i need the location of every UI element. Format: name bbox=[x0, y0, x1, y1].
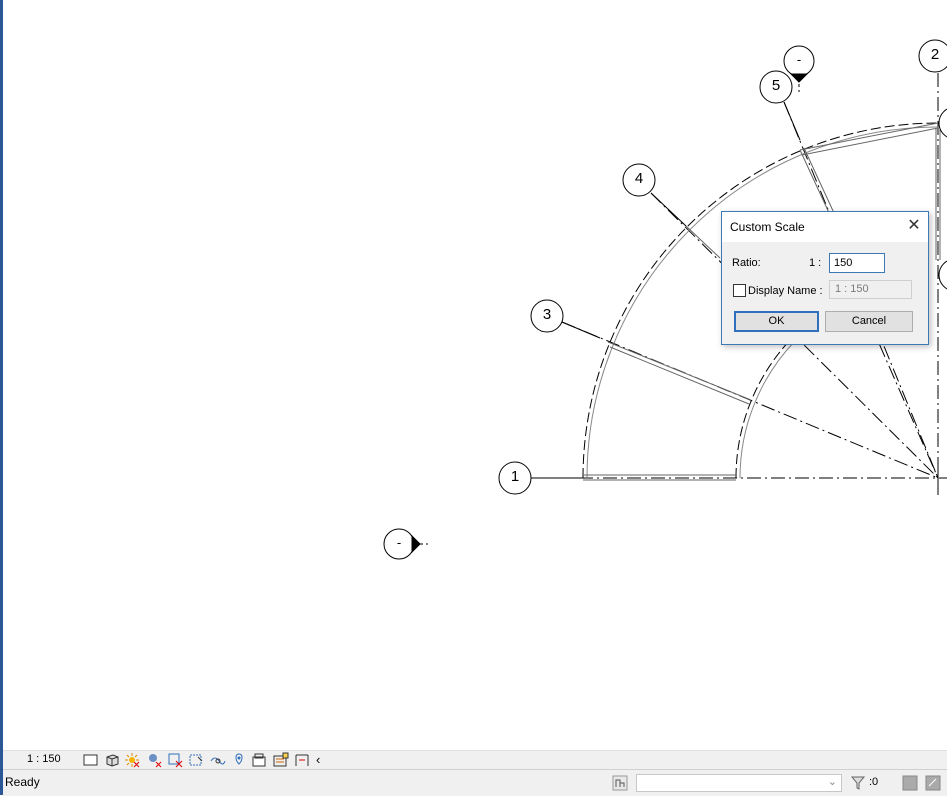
detail-level-icon[interactable] bbox=[83, 752, 99, 768]
grid-label-5: 5 bbox=[771, 77, 781, 94]
chevron-down-icon: ⌄ bbox=[827, 776, 837, 788]
select-links-icon[interactable] bbox=[925, 775, 941, 791]
worksets-icon[interactable] bbox=[612, 775, 628, 791]
selection-filter-count: :0 bbox=[869, 776, 879, 788]
display-name-label: Display Name : bbox=[748, 285, 823, 297]
custom-scale-dialog: Custom Scale ✕ Ratio: 1 : Display Name :… bbox=[721, 211, 929, 345]
elevation-marker-label: - bbox=[796, 52, 802, 67]
reveal-hidden-icon[interactable] bbox=[231, 752, 247, 768]
grid-label-1: 1 bbox=[510, 468, 520, 485]
shadows-icon[interactable] bbox=[147, 752, 163, 768]
close-icon[interactable]: ✕ bbox=[904, 217, 924, 237]
lock-3d-view-icon[interactable] bbox=[251, 752, 267, 768]
crop-view-icon[interactable] bbox=[167, 752, 183, 768]
temporary-view-properties-icon[interactable] bbox=[273, 752, 289, 768]
display-name-field: 1 : 150 bbox=[829, 280, 912, 299]
visual-style-icon[interactable] bbox=[104, 752, 120, 768]
grid-label-4: 4 bbox=[634, 170, 644, 187]
dialog-title: Custom Scale bbox=[730, 220, 805, 234]
press-drag-icon[interactable] bbox=[902, 775, 918, 791]
ratio-prefix: 1 : bbox=[809, 257, 822, 269]
collapse-arrow-icon[interactable]: ‹ bbox=[316, 752, 332, 768]
show-crop-region-icon[interactable] bbox=[188, 752, 204, 768]
display-name-checkbox[interactable] bbox=[733, 284, 746, 297]
cancel-button[interactable]: Cancel bbox=[825, 311, 913, 332]
ratio-label: Ratio: bbox=[732, 257, 761, 269]
view-control-bar: 1 : 150 ‹ bbox=[3, 750, 947, 769]
dialog-titlebar[interactable]: Custom Scale ✕ bbox=[722, 212, 928, 242]
show-analytical-model-icon[interactable] bbox=[294, 752, 310, 768]
section-marker-label: - bbox=[396, 535, 402, 550]
ok-button[interactable]: OK bbox=[734, 311, 819, 332]
filter-icon[interactable] bbox=[850, 775, 866, 791]
active-workset-dropdown[interactable]: ⌄ bbox=[636, 774, 842, 792]
temporary-hide-icon[interactable] bbox=[210, 752, 226, 768]
status-text: Ready bbox=[5, 775, 40, 789]
grid-label-3: 3 bbox=[542, 306, 552, 323]
sun-path-icon[interactable] bbox=[124, 752, 140, 768]
grid-label-2: 2 bbox=[930, 46, 940, 63]
status-bar: Ready ⌄ :0 bbox=[3, 769, 947, 796]
ratio-input[interactable] bbox=[829, 253, 885, 273]
drawing-canvas[interactable]: 1 2 3 4 5 - - bbox=[3, 0, 947, 750]
view-scale-button[interactable]: 1 : 150 bbox=[27, 753, 61, 765]
